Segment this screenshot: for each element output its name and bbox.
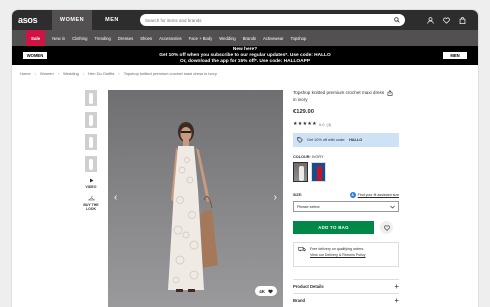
tab-women[interactable]: WOMEN [52, 10, 92, 30]
buy-the-look-button[interactable]: BUY THE LOOK [82, 195, 100, 211]
review-count: (3) [326, 121, 332, 127]
heart-icon [383, 225, 390, 231]
size-select[interactable]: Please select [293, 201, 399, 212]
breadcrumb-item[interactable]: Wedding [63, 71, 79, 76]
nav-item[interactable]: Wedding [219, 36, 235, 41]
promo-banner: WOMEN New here? Get 10% off when you sub… [12, 46, 478, 65]
thumbnail-strip: VIDEO BUY THE LOOK [82, 90, 100, 211]
model-photo [168, 122, 218, 292]
accordion: Product Details + Brand + [293, 279, 399, 307]
chevron-down-icon [390, 205, 395, 208]
plus-icon: + [394, 282, 399, 291]
size-label: SIZE: [293, 193, 303, 197]
delivery-text: Free delivery on qualifying orders. [310, 247, 365, 251]
product-image[interactable]: ‹ › 4K [108, 90, 283, 307]
fit-assistant-icon: A [349, 192, 356, 198]
share-icon[interactable] [387, 90, 393, 96]
nav-item[interactable]: Clothing [72, 36, 87, 41]
add-to-bag-button[interactable]: ADD TO BAG [293, 221, 374, 234]
4k-badge[interactable]: 4K [255, 286, 277, 296]
rating-value: 5.0 [318, 121, 325, 127]
discount-banner: Get 10% off with code: HALLO [293, 133, 399, 147]
search-input[interactable]: Search for items and brands [140, 14, 405, 26]
thumbnail[interactable] [85, 156, 97, 172]
bag-icon[interactable] [458, 16, 466, 24]
account-icon[interactable] [426, 16, 434, 24]
thumbnail[interactable] [85, 134, 97, 150]
plus-icon: + [394, 296, 399, 305]
colour-label: COLOUR: [293, 155, 311, 159]
play-icon [89, 178, 93, 183]
category-nav: Sale New in Clothing Trending Dresses Sh… [12, 30, 478, 46]
save-for-later-button[interactable] [380, 221, 393, 234]
hanger-icon [87, 195, 95, 201]
video-label: VIDEO [85, 185, 97, 189]
discount-code: HALLO [349, 138, 363, 142]
colour-swatches [293, 162, 399, 182]
nav-item[interactable]: Trending [94, 36, 110, 41]
breadcrumb-item: Topshop knitted premium crochet maxi dre… [123, 70, 217, 76]
product-price: €129.00 [293, 109, 314, 115]
discount-text: Get 10% off with code: [307, 138, 346, 142]
fit-assistant-link[interactable]: A Find your fit assistant size [349, 192, 399, 198]
nav-item[interactable]: Face + Body [189, 36, 213, 41]
promo-men-button[interactable]: MEN [442, 51, 468, 60]
thumbnail[interactable] [85, 112, 97, 128]
colour-value: IVORY [311, 155, 324, 159]
video-button[interactable]: VIDEO [85, 178, 97, 189]
delivery-policy-link[interactable]: View our Delivery & Returns Policy [310, 253, 365, 257]
browser-window: asos WOMEN MEN Search for items and bran… [12, 10, 478, 307]
prev-image-arrow[interactable]: ‹ [114, 192, 117, 203]
thumbnail[interactable] [85, 90, 97, 106]
nav-item[interactable]: Activewear [263, 36, 283, 41]
4k-label: 4K [259, 288, 265, 294]
breadcrumb-item[interactable]: Women [40, 71, 54, 76]
heart-icon [268, 289, 273, 293]
product-details-panel: Topshop knitted premium crochet maxi dre… [293, 90, 399, 307]
accordion-product-details[interactable]: Product Details + [293, 279, 399, 293]
buy-the-look-label: BUY THE LOOK [83, 203, 99, 211]
accordion-label: Brand [293, 298, 306, 303]
nav-item[interactable]: Shoes [140, 36, 152, 41]
size-row: SIZE: A Find your fit assistant size [293, 192, 399, 198]
breadcrumb-item[interactable]: Home [20, 71, 31, 76]
nav-item[interactable]: Brands [243, 36, 256, 41]
fit-assistant-text: Find your fit assistant size [357, 193, 399, 197]
size-select-value: Please select [297, 204, 320, 209]
next-image-arrow[interactable]: › [274, 192, 277, 203]
buy-row: ADD TO BAG [293, 221, 399, 234]
promo-line: Or, download the app for 15% off*. Use c… [179, 58, 311, 64]
nav-item-sale[interactable]: Sale [26, 30, 46, 46]
tab-men[interactable]: MEN [92, 10, 132, 30]
search-icon[interactable] [394, 17, 400, 23]
colour-row: COLOUR: IVORY [293, 155, 399, 159]
accordion-brand[interactable]: Brand + [293, 293, 399, 307]
rating[interactable]: ★★★★★ 5.0 (3) [293, 121, 399, 127]
truck-icon [298, 247, 306, 252]
accordion-label: Product Details [293, 284, 324, 289]
breadcrumb-item[interactable]: Hen Do Outfits [88, 71, 114, 76]
nav-item[interactable]: Topshop [291, 36, 307, 41]
asos-logo[interactable]: asos [18, 15, 52, 25]
swatch-alt[interactable] [311, 162, 326, 182]
product-title: Topshop knitted premium crochet maxi dre… [293, 90, 385, 102]
tag-icon [297, 137, 303, 143]
top-header: asos WOMEN MEN Search for items and bran… [12, 10, 478, 30]
wishlist-icon[interactable] [442, 16, 450, 24]
breadcrumb: Home › Women › Wedding › Hen Do Outfits › To… [20, 70, 217, 76]
star-rating-icons: ★★★★★ [293, 121, 317, 127]
delivery-info: Free delivery on qualifying orders. View… [293, 242, 399, 267]
nav-item[interactable]: New in [52, 36, 65, 41]
nav-item[interactable]: Dresses [118, 36, 133, 41]
search-placeholder: Search for items and brands [145, 17, 202, 23]
nav-item[interactable]: Accessories [159, 36, 182, 41]
swatch-ivory[interactable] [293, 162, 308, 182]
promo-women-button[interactable]: WOMEN [22, 51, 48, 60]
